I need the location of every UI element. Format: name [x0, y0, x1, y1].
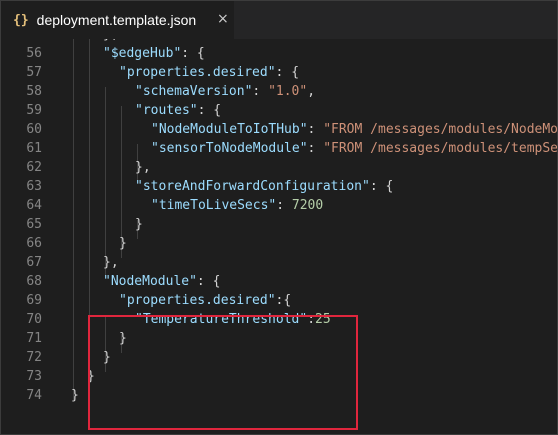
line-number: 69 — [26, 293, 42, 308]
code-line: 66} — [1, 234, 557, 253]
json-string: "FROM /messages/modules/NodeModu — [323, 122, 557, 137]
line-number: 71 — [26, 331, 42, 346]
code-text: "sensorToNodeModule": "FROM /messages/mo… — [151, 139, 557, 158]
json-string: "1.0" — [268, 84, 308, 99]
json-punctuation: } — [135, 217, 143, 232]
code-line: 64 "timeToLiveSecs": 7200 — [1, 196, 557, 215]
json-punctuation: : { — [197, 103, 222, 118]
line-number: 73 — [26, 369, 42, 384]
line-number: 58 — [26, 84, 42, 99]
close-icon[interactable]: × — [217, 11, 229, 27]
tab-deployment-template[interactable]: {} deployment.template.json × — [1, 1, 234, 39]
json-punctuation: : — [307, 122, 324, 137]
code-text: "routes": { — [135, 101, 221, 120]
json-punctuation: }, — [103, 255, 119, 270]
line-number: 67 — [26, 255, 42, 270]
line-number: 65 — [26, 217, 42, 232]
code-text: } — [135, 215, 143, 234]
json-key: "properties.desired" — [119, 65, 276, 80]
json-punctuation: : — [307, 141, 324, 156]
line-number: 59 — [26, 103, 42, 118]
json-punctuation: : { — [196, 274, 221, 289]
code-line: 62}, — [1, 158, 557, 177]
json-key: "timeToLiveSecs" — [151, 198, 277, 213]
highlight-box — [88, 315, 358, 430]
code-line: 57 "properties.desired": { — [1, 63, 557, 82]
code-text: "properties.desired":{ — [119, 291, 291, 310]
code-line: 67}, — [1, 253, 557, 272]
json-punctuation: , — [307, 84, 316, 99]
line-number: 74 — [26, 388, 42, 403]
code-text: "NodeModule": { — [103, 272, 220, 291]
code-line: 58 "schemaVersion": "1.0", — [1, 82, 557, 101]
json-punctuation: : — [252, 84, 269, 99]
code-text: "NodeModuleToIoTHub": "FROM /messages/mo… — [151, 120, 557, 139]
json-string: "FROM /messages/modules/tempSens — [323, 141, 557, 156]
line-number: 66 — [26, 236, 42, 251]
code-text: "timeToLiveSecs": 7200 — [151, 196, 323, 215]
tab-bar: {} deployment.template.json × — [1, 1, 557, 39]
code-text: "properties.desired": { — [119, 63, 299, 82]
code-line: 68 "NodeModule": { — [1, 272, 557, 291]
json-punctuation: }, — [135, 160, 151, 175]
code-editor[interactable]: 55},56"$edgeHub": {57"properties.desired… — [1, 39, 557, 434]
line-number: 72 — [26, 350, 42, 365]
line-number: 63 — [26, 179, 42, 194]
json-key: "sensorToNodeModule" — [151, 141, 308, 156]
code-line: 60 "NodeModuleToIoTHub": "FROM /messages/… — [1, 120, 557, 139]
line-number: 62 — [26, 160, 42, 175]
json-braces-icon: {} — [13, 12, 29, 28]
code-text: }, — [103, 253, 119, 272]
json-punctuation: : { — [181, 46, 205, 61]
json-punctuation: : — [276, 198, 292, 213]
line-number: 61 — [26, 141, 42, 156]
json-key: "NodeModule" — [103, 274, 197, 289]
editor-window: {} deployment.template.json × 55},56"$ed… — [0, 0, 558, 435]
code-line: 61 "sensorToNodeModule": "FROM /messages/… — [1, 139, 557, 158]
line-number: 56 — [26, 46, 42, 61]
tab-title: deployment.template.json — [36, 12, 197, 28]
code-text: } — [71, 386, 79, 405]
line-number: 57 — [26, 65, 42, 80]
code-line: 59 "routes": { — [1, 101, 557, 120]
json-key: "storeAndForwardConfiguration" — [135, 179, 370, 194]
json-number: 7200 — [291, 198, 324, 213]
line-number: 60 — [26, 122, 42, 137]
json-key: "NodeModuleToIoTHub" — [151, 122, 308, 137]
json-punctuation: }, — [103, 39, 119, 42]
code-text: "schemaVersion": "1.0", — [135, 82, 315, 101]
json-key: "routes" — [135, 103, 198, 118]
json-punctuation: : { — [275, 65, 300, 80]
code-text: "storeAndForwardConfiguration": { — [135, 177, 393, 196]
json-key: "$edgeHub" — [103, 46, 182, 61]
code-line: 65} — [1, 215, 557, 234]
json-punctuation: :{ — [275, 293, 292, 308]
code-text: } — [119, 234, 127, 253]
json-punctuation: } — [119, 236, 127, 251]
line-number: 68 — [26, 274, 42, 289]
json-key: "schemaVersion" — [135, 84, 253, 99]
line-number: 64 — [26, 198, 42, 213]
code-line: 63 "storeAndForwardConfiguration": { — [1, 177, 557, 196]
code-line: 69 "properties.desired":{ — [1, 291, 557, 310]
code-text: "$edgeHub": { — [103, 44, 205, 63]
json-key: "properties.desired" — [119, 293, 276, 308]
json-punctuation: : { — [369, 179, 394, 194]
code-text: }, — [135, 158, 151, 177]
json-punctuation: } — [71, 388, 79, 403]
code-line: 56 "$edgeHub": { — [1, 44, 557, 63]
line-number: 70 — [26, 312, 42, 327]
